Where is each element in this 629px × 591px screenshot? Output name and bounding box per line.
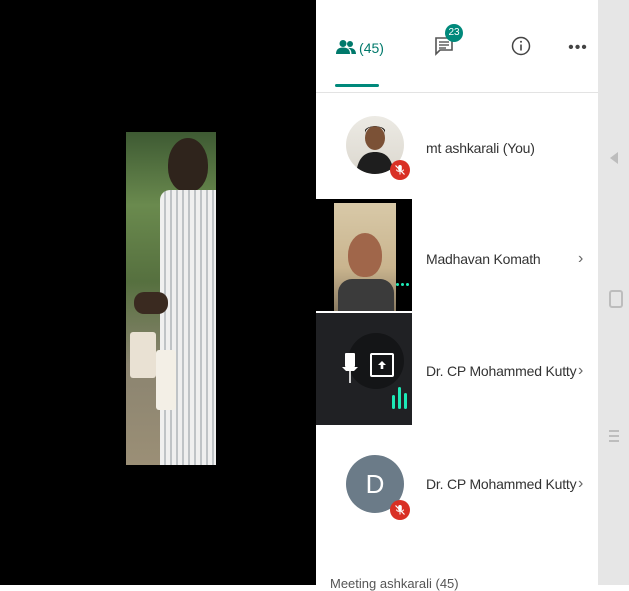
participant-name: Dr. CP Mohammed Kutty	[426, 363, 577, 379]
speaking-indicator-icon	[392, 387, 407, 409]
feed-bucket	[130, 332, 156, 378]
participant-row[interactable]: mt ashkarali (You)	[316, 92, 598, 204]
participant-name: Madhavan Komath	[426, 251, 541, 267]
chevron-right-icon: ›	[578, 475, 584, 492]
recent-apps-icon[interactable]	[609, 430, 619, 442]
pin-icon[interactable]	[342, 353, 358, 388]
tab-info[interactable]	[506, 28, 536, 68]
thumbnail-person-body	[338, 279, 394, 311]
presentation-tile	[316, 313, 412, 425]
tab-chat[interactable]: 23	[424, 24, 464, 68]
feed-person-arm	[134, 292, 168, 314]
chevron-right-icon: ›	[578, 250, 584, 267]
mic-off-icon	[390, 500, 410, 520]
mic-off-icon	[390, 160, 410, 180]
info-icon	[511, 36, 531, 61]
meeting-footer-label: Meeting ashkarali (45)	[330, 576, 459, 591]
participant-video-thumbnail	[316, 199, 412, 311]
home-icon[interactable]	[609, 290, 623, 308]
audio-level-icon	[396, 283, 409, 286]
people-icon	[336, 39, 357, 58]
participants-panel: (45) 23 ••• mt ashkarali (You) Madhavan …	[316, 0, 598, 591]
thumbnail-frame	[334, 203, 396, 311]
feed-person-head	[168, 138, 208, 192]
participant-name: Dr. CP Mohammed Kutty	[426, 476, 577, 492]
chevron-right-icon: ›	[578, 362, 584, 379]
feed-person-shirt	[160, 190, 216, 465]
active-tab-indicator	[335, 84, 379, 87]
more-options-button[interactable]: •••	[564, 28, 592, 68]
tab-people[interactable]: (45)	[330, 28, 390, 68]
participant-video-feed[interactable]	[126, 132, 216, 465]
main-video-pane	[0, 0, 316, 585]
people-count: (45)	[359, 40, 384, 56]
system-navigation-bar	[598, 0, 629, 585]
feed-bucket-2	[156, 350, 176, 410]
chat-unread-badge: 23	[445, 24, 463, 42]
thumbnail-person-face	[348, 233, 382, 277]
participant-name: mt ashkarali (You)	[426, 140, 535, 156]
panel-tabbar: (45) 23 •••	[316, 0, 598, 93]
back-icon[interactable]	[610, 152, 618, 164]
more-icon: •••	[568, 39, 588, 56]
present-screen-icon	[370, 353, 394, 377]
